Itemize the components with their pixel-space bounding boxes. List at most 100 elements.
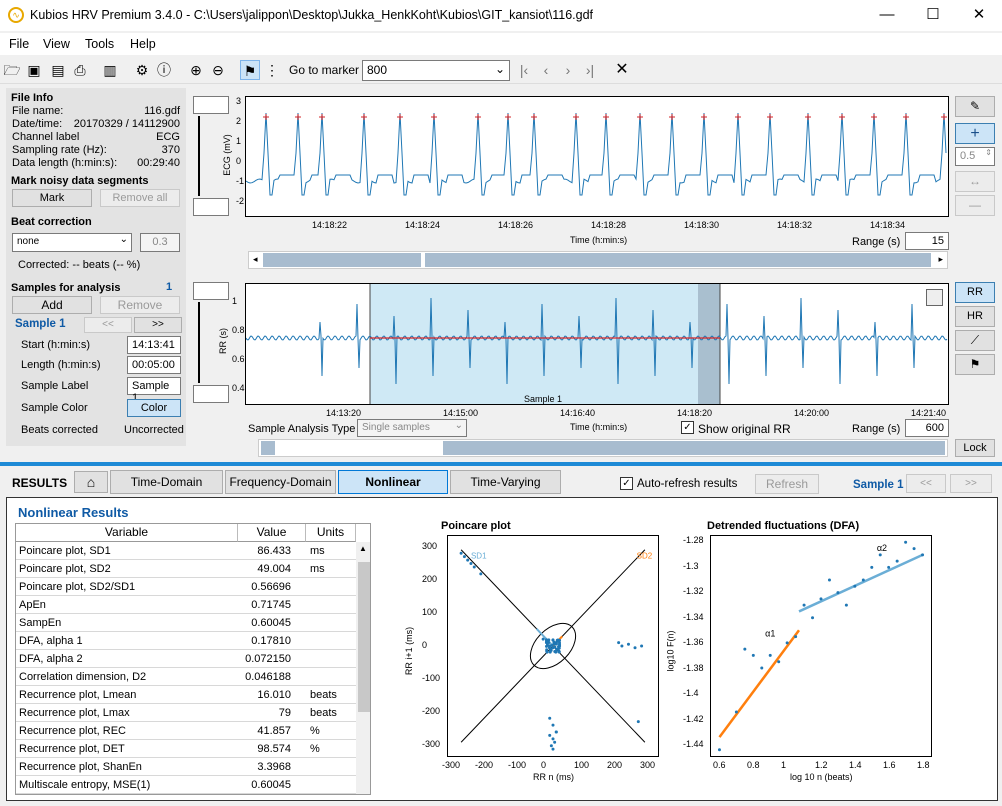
dfa-plot[interactable]: α1 α2	[710, 535, 932, 757]
table-row[interactable]: Recurrence plot, DET 98.574%	[16, 740, 370, 758]
beat-threshold-input[interactable]: 0.3	[140, 233, 180, 252]
rr-scrollbar[interactable]	[258, 439, 948, 457]
info-icon[interactable]: ⓘ	[154, 60, 174, 80]
scroll-right-icon[interactable]: ▸	[938, 254, 943, 265]
color-button[interactable]: Color	[127, 399, 181, 417]
prev-marker-icon[interactable]: ‹	[536, 60, 556, 80]
lock-button[interactable]: Lock	[955, 439, 995, 457]
rr-ymax-input[interactable]	[193, 282, 229, 300]
table-row[interactable]: Poincare plot, SD2/SD1 0.56696	[16, 578, 370, 596]
report-icon[interactable]: ▥	[100, 60, 120, 80]
zoom-out-icon[interactable]: ⊖	[208, 60, 228, 80]
zoom-in-icon[interactable]: ⊕	[186, 60, 206, 80]
dfa-point	[777, 660, 781, 664]
tab-time-domain[interactable]: Time-Domain	[110, 470, 223, 494]
scroll-left-icon[interactable]: ◂	[253, 254, 258, 265]
spinner-icon[interactable]: ⇕	[985, 148, 992, 157]
table-row[interactable]: Correlation dimension, D2 0.046188	[16, 668, 370, 686]
marker-button[interactable]: ⚑	[955, 354, 995, 375]
start-input[interactable]: 14:13:41	[127, 336, 181, 354]
ecg-plot[interactable]	[245, 96, 949, 217]
hr-button[interactable]: HR	[955, 306, 995, 327]
rr-plot-toggle[interactable]	[926, 289, 943, 306]
table-row[interactable]: ApEn 0.71745	[16, 596, 370, 614]
rr-plot[interactable]: Sample 1	[245, 283, 949, 405]
table-row[interactable]: SampEn 0.60045	[16, 614, 370, 632]
zoom-spinner[interactable]: 0.5 ⇕	[955, 147, 995, 166]
gear-icon[interactable]: ⚙	[132, 60, 152, 80]
first-marker-icon[interactable]: |‹	[514, 60, 534, 80]
clear-icon[interactable]: ✕	[612, 60, 632, 80]
rr-xtick: 14:18:20	[677, 408, 713, 418]
results-next-button[interactable]: >>	[950, 474, 992, 493]
table-row[interactable]: Poincare plot, SD1 86.433 ms	[16, 542, 370, 560]
poincare-xlabel: RR n (ms)	[533, 772, 574, 782]
remove-sample-button[interactable]: Remove	[100, 296, 180, 314]
table-row[interactable]: Recurrence plot, Lmax 79 beats	[16, 704, 370, 722]
goto-marker-select[interactable]: 800 ⌄	[362, 60, 510, 81]
show-original-label: Show original RR	[698, 422, 791, 436]
print-icon[interactable]: ⎙	[70, 60, 90, 80]
marker-list-icon[interactable]: ⋮	[262, 60, 282, 80]
table-row[interactable]: DFA, alpha 2 0.072150	[16, 650, 370, 668]
trend-button[interactable]: ⟋	[955, 330, 995, 351]
table-row[interactable]: Multiscale entropy, MSE(1) 0.60045	[16, 776, 370, 794]
show-original-checkbox[interactable]: ✓	[681, 421, 694, 434]
table-row[interactable]: Poincare plot, SD2 49.004 ms	[16, 560, 370, 578]
refresh-button[interactable]: Refresh	[755, 474, 819, 494]
save-icon[interactable]: ▣	[24, 60, 44, 80]
menu-file[interactable]: File	[9, 37, 29, 51]
tab-nonlinear[interactable]: Nonlinear	[338, 470, 448, 494]
analysis-type-select[interactable]: Single samples ⌄	[357, 419, 467, 437]
open-folder-icon[interactable]: 🗁	[2, 60, 22, 80]
rr-range-input[interactable]: 600	[905, 419, 949, 437]
rr-button[interactable]: RR	[955, 282, 995, 303]
menu-tools[interactable]: Tools	[85, 37, 114, 51]
table-scroll-thumb[interactable]	[358, 562, 370, 712]
add-sample-button[interactable]: Add	[12, 296, 92, 314]
scroll-up-icon[interactable]: ▲	[359, 544, 367, 553]
menu-help[interactable]: Help	[130, 37, 156, 51]
poincare-point	[544, 644, 548, 648]
beat-correction-select[interactable]: none ⌄	[12, 233, 132, 252]
flag-icon[interactable]: ⚑	[240, 60, 260, 80]
menu-view[interactable]: View	[43, 37, 70, 51]
remove-beat-button[interactable]: —	[955, 195, 995, 216]
ecg-ytick: -1	[236, 176, 245, 186]
maximize-icon[interactable]: ☐	[910, 0, 956, 31]
remove-all-button[interactable]: Remove all	[100, 189, 180, 207]
ecg-scrollbar[interactable]: ◂ ▸	[248, 251, 948, 269]
table-row[interactable]: DFA, alpha 1 0.17810	[16, 632, 370, 650]
home-button[interactable]: ⌂	[74, 471, 108, 493]
ecg-ymax-input[interactable]	[193, 96, 229, 114]
next-sample-button[interactable]: >>	[134, 317, 182, 333]
table-row[interactable]: Recurrence plot, ShanEn 3.3968	[16, 758, 370, 776]
dfa-point	[827, 578, 831, 582]
close-icon[interactable]: ✕	[956, 0, 1002, 31]
table-row[interactable]: Recurrence plot, REC 41.857%	[16, 722, 370, 740]
sample-label-input[interactable]: Sample 1	[127, 377, 181, 404]
poincare-plot[interactable]: SD1 SD2	[447, 535, 659, 757]
next-marker-icon[interactable]: ›	[558, 60, 578, 80]
minimize-icon[interactable]: —	[864, 0, 910, 31]
rr-ymin-input[interactable]	[193, 385, 229, 403]
rr-ytick: 0.4	[232, 383, 245, 393]
tab-time-varying[interactable]: Time-Varying	[450, 470, 561, 494]
tab-frequency-domain[interactable]: Frequency-Domain	[225, 470, 336, 494]
prev-sample-button[interactable]: <<	[84, 317, 132, 333]
export-icon[interactable]: ▤	[48, 60, 68, 80]
ecg-range-input[interactable]: 15	[905, 232, 949, 250]
auto-refresh-checkbox[interactable]: ✓	[620, 477, 633, 490]
table-scrollbar[interactable]: ▲	[356, 542, 370, 794]
table-row[interactable]: Recurrence plot, Lmean 16.010 beats	[16, 686, 370, 704]
poincare-point	[549, 744, 553, 748]
poincare-point	[633, 646, 637, 650]
add-beat-button[interactable]: +	[955, 123, 995, 144]
ecg-ymin-input[interactable]	[193, 198, 229, 216]
move-beat-button[interactable]: ↔	[955, 171, 995, 192]
edit-button[interactable]: ✎	[955, 96, 995, 117]
length-input[interactable]: 00:05:00	[127, 356, 181, 374]
last-marker-icon[interactable]: ›|	[580, 60, 600, 80]
mark-button[interactable]: Mark	[12, 189, 92, 207]
results-prev-button[interactable]: <<	[906, 474, 946, 493]
